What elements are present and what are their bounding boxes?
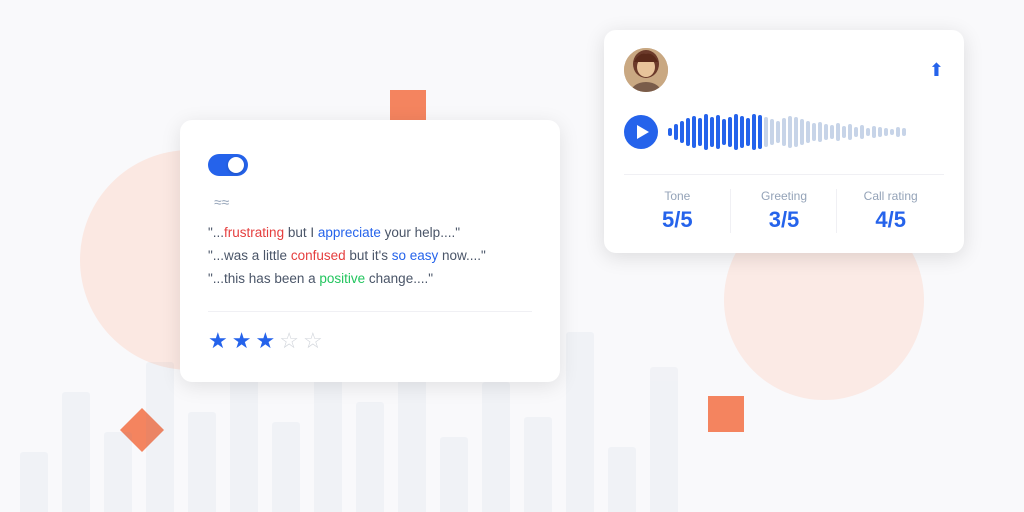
quote-lines: "...frustrating but I appreciate your he… <box>208 222 532 291</box>
quote-line: "...this has been a positive change...." <box>208 268 532 291</box>
highlighted-word: appreciate <box>318 225 381 240</box>
waveform-bar <box>782 118 786 146</box>
highlighted-word: frustrating <box>224 225 284 240</box>
cards-area: ≈≈ "...frustrating but I appreciate your… <box>180 30 964 492</box>
waveform-area <box>624 106 944 158</box>
words-analyzed-header: ≈≈ <box>208 194 532 210</box>
star-filled: ★ <box>255 328 275 354</box>
waveform-bar <box>674 124 678 140</box>
highlighted-word: confused <box>291 248 346 263</box>
waveform-bar <box>710 117 714 147</box>
quote-text: but it's <box>346 248 392 263</box>
star-empty: ☆ <box>279 328 299 354</box>
waveform <box>668 114 944 150</box>
waveform-bar <box>812 123 816 141</box>
quote-text: your help...." <box>381 225 460 240</box>
share-icon[interactable]: ⬆ <box>929 60 944 81</box>
bg-bar <box>146 362 174 512</box>
metric-item: Tone 5/5 <box>624 189 731 233</box>
waveform-bar <box>728 117 732 147</box>
quote-text: "...was a little <box>208 248 291 263</box>
metric-label: Greeting <box>731 189 838 203</box>
metric-value: 3/5 <box>731 207 838 233</box>
audio-card: ⬆ Tone 5/5Greeting 3/5 Call rating 4/5 <box>604 30 964 253</box>
waveform-bar <box>824 124 828 140</box>
waveform-bar <box>788 116 792 148</box>
user-meta <box>680 64 683 78</box>
metric-label: Call rating <box>837 189 944 203</box>
waveform-bar <box>770 119 774 145</box>
voice-recognition-toggle[interactable] <box>208 154 248 176</box>
metric-item: Call rating 4/5 <box>837 189 944 233</box>
waveform-bar <box>692 116 696 148</box>
waveform-bar <box>890 129 894 135</box>
star-filled: ★ <box>208 328 228 354</box>
voice-recognition-card: ≈≈ "...frustrating but I appreciate your… <box>180 120 560 382</box>
stars-row: ★★★☆☆ <box>208 328 532 354</box>
play-button[interactable] <box>624 115 658 149</box>
waveform-bar <box>830 125 834 139</box>
user-details <box>680 62 683 78</box>
waveform-bar <box>866 128 870 136</box>
divider <box>208 311 532 312</box>
metrics-row: Tone 5/5Greeting 3/5 Call rating 4/5 <box>624 174 944 233</box>
waveform-bar <box>860 125 864 139</box>
quote-text: change...." <box>365 271 433 286</box>
highlighted-word: positive <box>319 271 365 286</box>
user-info <box>624 48 683 92</box>
waveform-bar <box>746 118 750 146</box>
quote-text: "... <box>208 225 224 240</box>
waveform-bar <box>764 117 768 147</box>
waveform-bar <box>818 122 822 142</box>
star-empty: ☆ <box>303 328 323 354</box>
waveform-bar <box>752 114 756 150</box>
waveform-bar <box>842 126 846 138</box>
quote-text: "...this has been a <box>208 271 319 286</box>
waveform-bar <box>716 115 720 149</box>
waveform-bar <box>776 121 780 143</box>
bg-bar <box>104 432 132 512</box>
waveform-bar <box>902 128 906 136</box>
waveform-bar <box>668 128 672 136</box>
metric-label: Tone <box>624 189 731 203</box>
waveform-bar <box>686 118 690 146</box>
waveform-bar <box>878 127 882 137</box>
quote-line: "...frustrating but I appreciate your he… <box>208 222 532 245</box>
metric-item: Greeting 3/5 <box>731 189 838 233</box>
words-icon: ≈≈ <box>214 194 229 210</box>
star-filled: ★ <box>232 328 252 354</box>
quote-text: now...." <box>438 248 486 263</box>
waveform-bar <box>806 121 810 143</box>
waveform-bar <box>800 119 804 145</box>
quote-line: "...was a little confused but it's so ea… <box>208 245 532 268</box>
waveform-bar <box>854 127 858 137</box>
waveform-bar <box>704 114 708 150</box>
waveform-bar <box>698 118 702 146</box>
waveform-bar <box>896 127 900 137</box>
waveform-bar <box>680 121 684 143</box>
bg-bar <box>62 392 90 512</box>
waveform-bar <box>872 126 876 138</box>
waveform-bar <box>836 123 840 141</box>
avatar <box>624 48 668 92</box>
metric-value: 4/5 <box>837 207 944 233</box>
waveform-bar <box>848 124 852 140</box>
highlighted-word: so easy <box>392 248 439 263</box>
quote-text: but I <box>284 225 318 240</box>
toggle-row <box>208 154 532 176</box>
waveform-bar <box>794 117 798 147</box>
waveform-bar <box>740 116 744 148</box>
waveform-bar <box>758 115 762 149</box>
bg-bar <box>20 452 48 512</box>
waveform-bar <box>734 114 738 150</box>
waveform-bar <box>722 119 726 145</box>
metric-value: 5/5 <box>624 207 731 233</box>
waveform-bar <box>884 128 888 136</box>
audio-card-header: ⬆ <box>624 48 944 92</box>
